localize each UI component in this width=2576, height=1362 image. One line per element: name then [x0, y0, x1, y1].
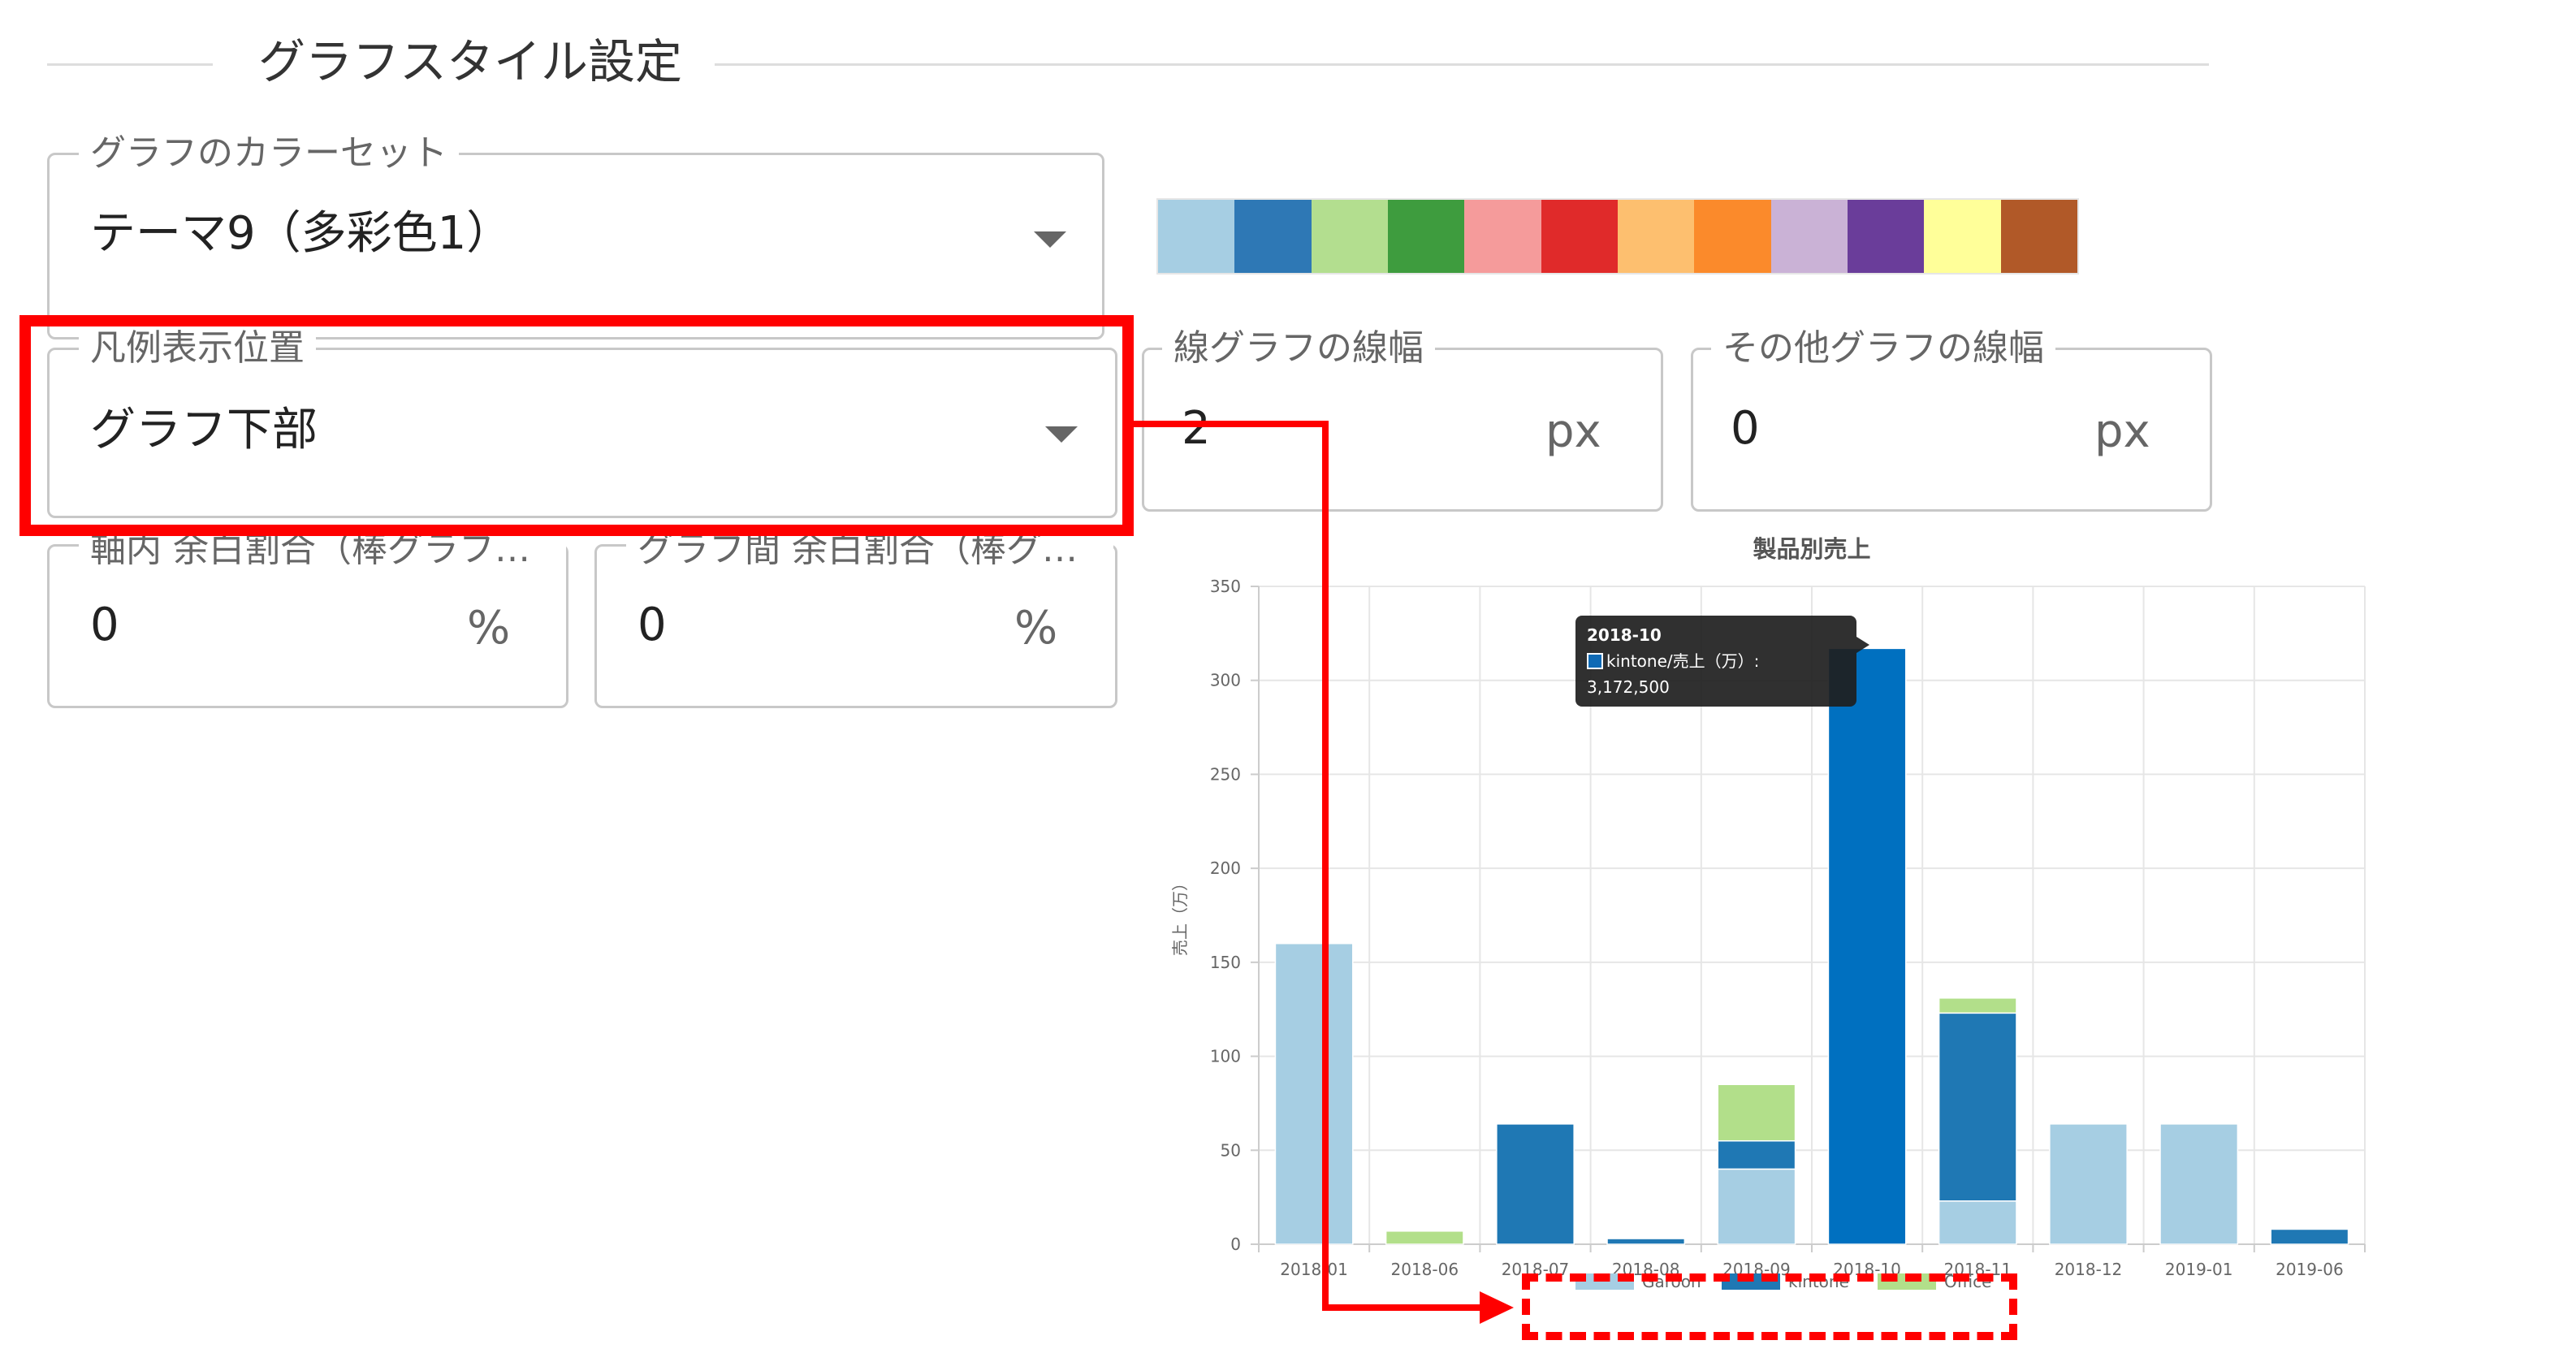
bar-office-2018-11	[1938, 997, 2017, 1014]
axis-gap-field[interactable]: 軸内 余白割合（棒グラフ… 0 %	[47, 529, 568, 708]
legend-position-highlight	[19, 315, 1134, 536]
bar-kintone-2018-11	[1938, 1012, 2017, 1202]
section-divider-left	[47, 63, 213, 66]
line-width-input[interactable]: 2	[1182, 400, 1211, 457]
other-width-input[interactable]: 0	[1731, 400, 1760, 457]
y-tick-label: 350	[1210, 577, 1241, 596]
graph-gap-input[interactable]: 0	[638, 597, 667, 654]
color-swatch	[1464, 200, 1541, 273]
color-swatch	[1924, 200, 2001, 273]
y-tick-label: 150	[1210, 953, 1241, 972]
y-tick-label: 250	[1210, 764, 1241, 784]
tooltip-color-swatch	[1587, 653, 1603, 669]
bar-garoon-2018-12	[2049, 1123, 2128, 1245]
other-width-unit: px	[2094, 405, 2150, 458]
bar-garoon-2018-09	[1717, 1168, 1796, 1245]
color-swatch	[1541, 200, 1618, 273]
chart-title: 製品別売上	[1753, 535, 1870, 563]
x-tick-label: 2018-06	[1391, 1260, 1459, 1279]
color-set-label: グラフのカラーセット	[79, 132, 459, 175]
chart-tooltip: 2018-10 kintone/売上（万）: 3,172,500	[1575, 616, 1869, 707]
x-tick-label: 2018-01	[1280, 1260, 1348, 1279]
bar-office-2018-06	[1385, 1230, 1464, 1245]
color-swatch	[1158, 200, 1235, 273]
bar-office-2018-09	[1717, 1083, 1796, 1142]
color-swatch	[2000, 200, 2077, 273]
axis-gap-input[interactable]: 0	[90, 597, 119, 654]
bar-garoon-2019-01	[2159, 1123, 2239, 1245]
y-axis-label: 売上（万）	[1170, 875, 1190, 956]
x-tick-label: 2018-12	[2055, 1260, 2123, 1279]
connector-line-vertical	[1322, 421, 1329, 1311]
x-tick-label: 2019-06	[2276, 1260, 2344, 1279]
line-width-label: 線グラフの線幅	[1162, 327, 1435, 370]
chart-legend-highlight	[1522, 1273, 2017, 1340]
color-swatch	[1311, 200, 1388, 273]
color-swatch	[1387, 200, 1465, 273]
section-title: グラフスタイル設定	[242, 29, 699, 94]
chevron-down-icon[interactable]	[1034, 231, 1066, 248]
connector-line-horizontal-top	[1127, 421, 1329, 427]
y-tick-label: 300	[1210, 671, 1241, 690]
color-set-select[interactable]: グラフのカラーセット テーマ9（多彩色1）	[47, 132, 1104, 339]
tooltip-text: kintone/売上（万）: 3,172,500	[1587, 651, 1760, 697]
line-width-field[interactable]: 線グラフの線幅 2 px	[1142, 327, 1663, 512]
y-tick-label: 0	[1230, 1234, 1241, 1254]
color-set-value: テーマ9（多彩色1）	[90, 207, 512, 260]
graph-gap-field[interactable]: グラフ間 余白割合（棒グ… 0 %	[594, 529, 1117, 708]
other-width-field[interactable]: その他グラフの線幅 0 px	[1691, 327, 2212, 512]
y-tick-label: 50	[1221, 1140, 1241, 1160]
bar-garoon-2018-01	[1274, 942, 1354, 1245]
color-swatch	[1847, 200, 1925, 273]
bar-kintone-2018-09	[1717, 1139, 1796, 1170]
y-tick-label: 200	[1210, 858, 1241, 878]
color-swatch	[1694, 200, 1771, 273]
color-swatch	[1770, 200, 1848, 273]
bar-kintone-2018-10	[1827, 647, 1907, 1245]
tooltip-title: 2018-10	[1587, 625, 1662, 645]
axis-gap-unit: %	[467, 602, 511, 655]
other-width-label: その他グラフの線幅	[1711, 327, 2055, 370]
connector-line-horizontal-bottom	[1322, 1304, 1481, 1311]
arrow-right-icon	[1480, 1291, 1514, 1324]
x-tick-label: 2019-01	[2165, 1260, 2233, 1279]
color-swatch	[1617, 200, 1695, 273]
section-divider-right	[715, 63, 2209, 66]
color-swatch	[1234, 200, 1312, 273]
line-width-unit: px	[1545, 405, 1601, 458]
bar-kintone-2018-08	[1606, 1238, 1686, 1245]
bar-garoon-2018-11	[1938, 1200, 2017, 1245]
bar-kintone-2019-06	[2270, 1228, 2349, 1245]
y-tick-label: 100	[1210, 1047, 1241, 1066]
color-swatch-strip	[1156, 198, 2079, 275]
bar-kintone-2018-07	[1496, 1123, 1575, 1245]
graph-gap-unit: %	[1014, 602, 1058, 655]
